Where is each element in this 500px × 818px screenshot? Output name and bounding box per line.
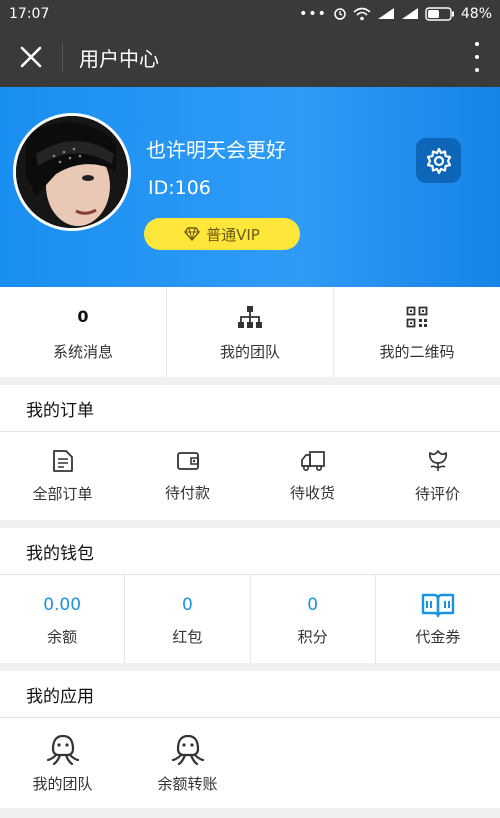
more-dots-icon: ••• [299,5,327,22]
signal-icon [377,8,394,19]
section-gap [0,520,500,528]
section-gap [0,663,500,671]
username: 也许明天会更好 [146,138,286,162]
quick-links: 0 系统消息 我的团队 我的二维码 [0,287,500,377]
wallet-label: 红包 [172,627,203,646]
status-icons: ••• 48% [299,6,492,22]
title-bar: 用户中心 [0,27,500,87]
balance-button[interactable]: 0.00 余额 [0,575,126,663]
red-packet-value: 0 [181,594,193,615]
document-icon [52,449,73,472]
orders-section-title[interactable]: 我的订单 [0,385,500,432]
quick-link-label: 系统消息 [52,342,113,361]
order-label: 待付款 [164,483,210,502]
book-icon [421,593,455,617]
pending-receipt-button[interactable]: 待收货 [250,432,375,520]
diamond-icon [184,227,201,241]
profile-header: 也许明天会更好 ID:106 普通VIP [0,87,500,287]
quick-link-label: 我的团队 [219,342,280,361]
close-icon [20,46,42,68]
balance-value: 0.00 [43,594,82,615]
wallet-label: 积分 [297,627,328,646]
signal-icon-2 [401,8,418,19]
apps-section-title: 我的应用 [0,671,500,718]
close-button[interactable] [0,27,62,87]
page-title: 用户中心 [79,46,159,71]
wallet-row: 0.00 余额 0 红包 0 积分 代金券 [0,575,500,663]
org-chart-icon [238,305,262,328]
all-orders-button[interactable]: 全部订单 [0,432,125,520]
order-label: 待收货 [289,483,335,502]
message-count: 0 [77,307,89,326]
my-qr-code-link[interactable]: 我的二维码 [334,287,500,377]
dot [475,68,479,72]
status-time: 17:07 [9,5,50,22]
alarm-icon [334,7,346,20]
order-label: 待评价 [414,484,460,503]
more-options-button[interactable] [472,42,482,72]
orders-row: 全部订单 待付款 待收货 待评价 [0,432,500,520]
app-balance-transfer[interactable]: 余额转账 [125,718,250,808]
battery-icon [425,6,454,21]
quick-link-label: 我的二维码 [379,342,455,361]
title-divider [62,42,63,72]
wallet-label: 代金券 [415,627,461,646]
avatar-image [16,116,128,228]
apps-row: 我的团队 余额转账 [0,718,500,808]
avatar[interactable] [13,113,131,231]
settings-button[interactable] [416,138,461,183]
red-packet-button[interactable]: 0 红包 [125,575,251,663]
app-label: 我的团队 [32,774,93,793]
dot [475,42,479,46]
octopus-icon [46,734,79,765]
wallet-label: 余额 [47,627,78,646]
qr-code-icon [406,306,428,327]
section-title: 我的钱包 [26,543,94,564]
section-gap [0,377,500,385]
points-button[interactable]: 0 积分 [251,575,376,663]
app-my-team[interactable]: 我的团队 [0,718,125,808]
vip-badge[interactable]: 普通VIP [144,218,300,250]
dot [475,55,479,59]
battery-percent: 48% [460,5,492,22]
order-label: 全部订单 [32,484,93,503]
system-messages-link[interactable]: 0 系统消息 [0,287,167,377]
points-value: 0 [307,594,319,615]
flower-icon [428,449,447,471]
my-team-link[interactable]: 我的团队 [167,287,334,377]
app-label: 余额转账 [157,774,218,793]
user-id: ID:106 [148,177,211,199]
vip-label: 普通VIP [206,225,260,244]
wifi-icon [353,7,371,20]
status-bar: 17:07 ••• 48% [0,0,500,27]
section-title: 我的应用 [26,686,94,707]
pending-review-button[interactable]: 待评价 [375,432,500,520]
pending-payment-button[interactable]: 待付款 [125,432,250,520]
truck-icon [300,450,325,471]
octopus-icon [171,734,204,765]
wallet-section-title: 我的钱包 [0,528,500,575]
section-title: 我的订单 [26,400,94,421]
voucher-button[interactable]: 代金券 [376,575,500,663]
wallet-icon [176,451,199,470]
gear-icon [426,147,451,174]
